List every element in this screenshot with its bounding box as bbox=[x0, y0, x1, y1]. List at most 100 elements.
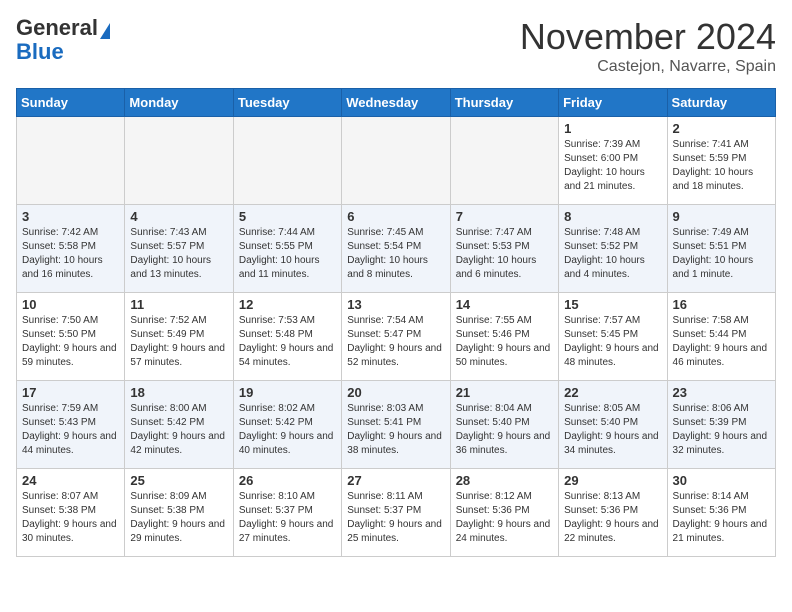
day-number: 25 bbox=[130, 473, 227, 488]
calendar-week-5: 24 Sunrise: 8:07 AMSunset: 5:38 PMDaylig… bbox=[17, 469, 776, 557]
day-info: Sunrise: 8:04 AMSunset: 5:40 PMDaylight:… bbox=[456, 403, 551, 456]
table-row: 20 Sunrise: 8:03 AMSunset: 5:41 PMDaylig… bbox=[342, 381, 450, 469]
day-number: 1 bbox=[564, 121, 661, 136]
day-number: 17 bbox=[22, 385, 119, 400]
day-number: 3 bbox=[22, 209, 119, 224]
col-tuesday: Tuesday bbox=[233, 89, 341, 117]
day-info: Sunrise: 7:45 AMSunset: 5:54 PMDaylight:… bbox=[347, 227, 428, 280]
day-info: Sunrise: 7:53 AMSunset: 5:48 PMDaylight:… bbox=[239, 315, 334, 368]
day-number: 2 bbox=[673, 121, 770, 136]
day-info: Sunrise: 7:59 AMSunset: 5:43 PMDaylight:… bbox=[22, 403, 117, 456]
day-info: Sunrise: 7:41 AMSunset: 5:59 PMDaylight:… bbox=[673, 139, 754, 192]
col-friday: Friday bbox=[559, 89, 667, 117]
day-info: Sunrise: 7:44 AMSunset: 5:55 PMDaylight:… bbox=[239, 227, 320, 280]
location-subtitle: Castejon, Navarre, Spain bbox=[520, 58, 776, 76]
col-monday: Monday bbox=[125, 89, 233, 117]
day-number: 18 bbox=[130, 385, 227, 400]
calendar-week-3: 10 Sunrise: 7:50 AMSunset: 5:50 PMDaylig… bbox=[17, 293, 776, 381]
day-info: Sunrise: 7:39 AMSunset: 6:00 PMDaylight:… bbox=[564, 139, 645, 192]
table-row: 19 Sunrise: 8:02 AMSunset: 5:42 PMDaylig… bbox=[233, 381, 341, 469]
table-row: 10 Sunrise: 7:50 AMSunset: 5:50 PMDaylig… bbox=[17, 293, 125, 381]
table-row: 4 Sunrise: 7:43 AMSunset: 5:57 PMDayligh… bbox=[125, 205, 233, 293]
col-saturday: Saturday bbox=[667, 89, 775, 117]
logo-blue: Blue bbox=[16, 39, 64, 64]
day-number: 22 bbox=[564, 385, 661, 400]
col-wednesday: Wednesday bbox=[342, 89, 450, 117]
table-row: 5 Sunrise: 7:44 AMSunset: 5:55 PMDayligh… bbox=[233, 205, 341, 293]
table-row: 17 Sunrise: 7:59 AMSunset: 5:43 PMDaylig… bbox=[17, 381, 125, 469]
day-info: Sunrise: 8:13 AMSunset: 5:36 PMDaylight:… bbox=[564, 491, 659, 544]
day-info: Sunrise: 8:06 AMSunset: 5:39 PMDaylight:… bbox=[673, 403, 768, 456]
table-row: 3 Sunrise: 7:42 AMSunset: 5:58 PMDayligh… bbox=[17, 205, 125, 293]
table-row: 2 Sunrise: 7:41 AMSunset: 5:59 PMDayligh… bbox=[667, 117, 775, 205]
table-row: 9 Sunrise: 7:49 AMSunset: 5:51 PMDayligh… bbox=[667, 205, 775, 293]
day-number: 15 bbox=[564, 297, 661, 312]
day-number: 9 bbox=[673, 209, 770, 224]
table-row: 28 Sunrise: 8:12 AMSunset: 5:36 PMDaylig… bbox=[450, 469, 558, 557]
day-number: 16 bbox=[673, 297, 770, 312]
day-number: 12 bbox=[239, 297, 336, 312]
table-row bbox=[233, 117, 341, 205]
day-number: 5 bbox=[239, 209, 336, 224]
day-info: Sunrise: 8:05 AMSunset: 5:40 PMDaylight:… bbox=[564, 403, 659, 456]
day-number: 11 bbox=[130, 297, 227, 312]
calendar-week-4: 17 Sunrise: 7:59 AMSunset: 5:43 PMDaylig… bbox=[17, 381, 776, 469]
table-row bbox=[342, 117, 450, 205]
day-number: 13 bbox=[347, 297, 444, 312]
logo: General Blue bbox=[16, 16, 110, 64]
day-number: 28 bbox=[456, 473, 553, 488]
table-row: 8 Sunrise: 7:48 AMSunset: 5:52 PMDayligh… bbox=[559, 205, 667, 293]
day-number: 4 bbox=[130, 209, 227, 224]
day-info: Sunrise: 8:07 AMSunset: 5:38 PMDaylight:… bbox=[22, 491, 117, 544]
day-number: 26 bbox=[239, 473, 336, 488]
day-number: 10 bbox=[22, 297, 119, 312]
day-info: Sunrise: 7:49 AMSunset: 5:51 PMDaylight:… bbox=[673, 227, 754, 280]
day-info: Sunrise: 8:10 AMSunset: 5:37 PMDaylight:… bbox=[239, 491, 334, 544]
table-row: 29 Sunrise: 8:13 AMSunset: 5:36 PMDaylig… bbox=[559, 469, 667, 557]
table-row: 1 Sunrise: 7:39 AMSunset: 6:00 PMDayligh… bbox=[559, 117, 667, 205]
day-info: Sunrise: 8:02 AMSunset: 5:42 PMDaylight:… bbox=[239, 403, 334, 456]
day-info: Sunrise: 8:11 AMSunset: 5:37 PMDaylight:… bbox=[347, 491, 442, 544]
day-info: Sunrise: 7:48 AMSunset: 5:52 PMDaylight:… bbox=[564, 227, 645, 280]
table-row: 16 Sunrise: 7:58 AMSunset: 5:44 PMDaylig… bbox=[667, 293, 775, 381]
logo-general: General bbox=[16, 15, 98, 40]
day-info: Sunrise: 8:12 AMSunset: 5:36 PMDaylight:… bbox=[456, 491, 551, 544]
day-number: 23 bbox=[673, 385, 770, 400]
col-thursday: Thursday bbox=[450, 89, 558, 117]
day-number: 21 bbox=[456, 385, 553, 400]
table-row: 30 Sunrise: 8:14 AMSunset: 5:36 PMDaylig… bbox=[667, 469, 775, 557]
table-row: 12 Sunrise: 7:53 AMSunset: 5:48 PMDaylig… bbox=[233, 293, 341, 381]
title-block: November 2024 Castejon, Navarre, Spain bbox=[520, 16, 776, 76]
page-header: General Blue November 2024 Castejon, Nav… bbox=[16, 16, 776, 76]
day-info: Sunrise: 7:47 AMSunset: 5:53 PMDaylight:… bbox=[456, 227, 537, 280]
day-info: Sunrise: 7:50 AMSunset: 5:50 PMDaylight:… bbox=[22, 315, 117, 368]
day-info: Sunrise: 8:00 AMSunset: 5:42 PMDaylight:… bbox=[130, 403, 225, 456]
table-row: 14 Sunrise: 7:55 AMSunset: 5:46 PMDaylig… bbox=[450, 293, 558, 381]
col-sunday: Sunday bbox=[17, 89, 125, 117]
day-number: 29 bbox=[564, 473, 661, 488]
day-number: 7 bbox=[456, 209, 553, 224]
day-info: Sunrise: 7:54 AMSunset: 5:47 PMDaylight:… bbox=[347, 315, 442, 368]
day-info: Sunrise: 7:43 AMSunset: 5:57 PMDaylight:… bbox=[130, 227, 211, 280]
day-info: Sunrise: 7:52 AMSunset: 5:49 PMDaylight:… bbox=[130, 315, 225, 368]
day-info: Sunrise: 7:55 AMSunset: 5:46 PMDaylight:… bbox=[456, 315, 551, 368]
day-number: 8 bbox=[564, 209, 661, 224]
table-row: 26 Sunrise: 8:10 AMSunset: 5:37 PMDaylig… bbox=[233, 469, 341, 557]
table-row: 27 Sunrise: 8:11 AMSunset: 5:37 PMDaylig… bbox=[342, 469, 450, 557]
day-info: Sunrise: 7:58 AMSunset: 5:44 PMDaylight:… bbox=[673, 315, 768, 368]
table-row bbox=[450, 117, 558, 205]
table-row bbox=[17, 117, 125, 205]
table-row: 18 Sunrise: 8:00 AMSunset: 5:42 PMDaylig… bbox=[125, 381, 233, 469]
day-number: 19 bbox=[239, 385, 336, 400]
day-info: Sunrise: 8:03 AMSunset: 5:41 PMDaylight:… bbox=[347, 403, 442, 456]
table-row: 25 Sunrise: 8:09 AMSunset: 5:38 PMDaylig… bbox=[125, 469, 233, 557]
table-row: 13 Sunrise: 7:54 AMSunset: 5:47 PMDaylig… bbox=[342, 293, 450, 381]
day-info: Sunrise: 8:09 AMSunset: 5:38 PMDaylight:… bbox=[130, 491, 225, 544]
day-number: 14 bbox=[456, 297, 553, 312]
calendar-week-2: 3 Sunrise: 7:42 AMSunset: 5:58 PMDayligh… bbox=[17, 205, 776, 293]
table-row: 7 Sunrise: 7:47 AMSunset: 5:53 PMDayligh… bbox=[450, 205, 558, 293]
table-row: 6 Sunrise: 7:45 AMSunset: 5:54 PMDayligh… bbox=[342, 205, 450, 293]
day-info: Sunrise: 8:14 AMSunset: 5:36 PMDaylight:… bbox=[673, 491, 768, 544]
table-row: 11 Sunrise: 7:52 AMSunset: 5:49 PMDaylig… bbox=[125, 293, 233, 381]
table-row: 24 Sunrise: 8:07 AMSunset: 5:38 PMDaylig… bbox=[17, 469, 125, 557]
